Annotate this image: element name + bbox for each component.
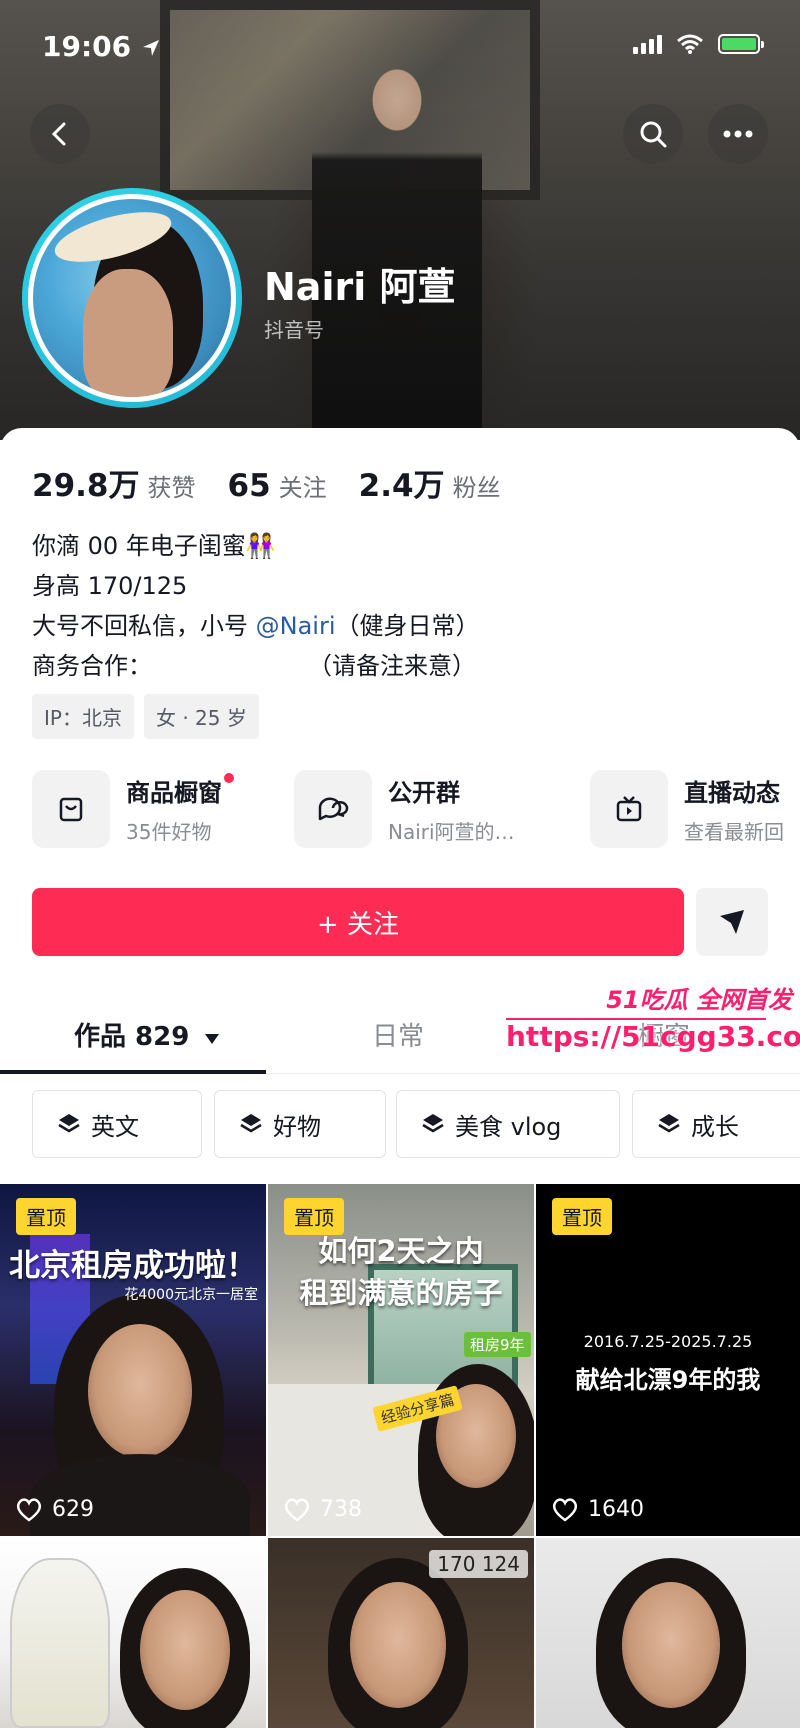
tab-works[interactable]: 作品 829 bbox=[74, 1016, 220, 1053]
follow-button[interactable]: + 关注 bbox=[32, 888, 684, 956]
profile-name: Nairi 阿萱 bbox=[264, 265, 456, 309]
feature-live-updates[interactable]: 直播动态 查看最新回 bbox=[590, 770, 784, 848]
chat-bubbles-icon bbox=[294, 770, 372, 848]
tv-icon bbox=[590, 770, 668, 848]
location-arrow-icon bbox=[142, 40, 159, 56]
shopping-bag-icon bbox=[32, 770, 110, 848]
layers-icon bbox=[240, 1114, 262, 1133]
bio-line: 商务合作： （请备注来意） bbox=[32, 652, 476, 680]
wifi-icon bbox=[677, 34, 703, 54]
notification-dot bbox=[224, 773, 234, 783]
more-button[interactable] bbox=[708, 104, 768, 164]
status-time: 19:06 bbox=[42, 30, 161, 63]
stat-likes[interactable]: 29.8万 获赞 bbox=[32, 460, 196, 505]
chevron-left-icon bbox=[51, 122, 66, 146]
layers-icon bbox=[422, 1114, 444, 1133]
caret-down-icon bbox=[205, 1034, 220, 1044]
cellular-signal-icon bbox=[633, 34, 662, 54]
gender-age-tag: 女 · 25 岁 bbox=[143, 694, 259, 739]
video-title: 北京租房成功啦！ bbox=[9, 1248, 257, 1284]
collection-chips: 英文 好物 美食 vlog 成长 bbox=[32, 1090, 800, 1160]
pinned-badge: 置顶 bbox=[284, 1198, 344, 1235]
bio-line: 身高 170/125 bbox=[32, 572, 188, 600]
collection-chip[interactable]: 英文 bbox=[32, 1090, 202, 1158]
heart-icon bbox=[16, 1497, 42, 1522]
share-button[interactable] bbox=[696, 888, 768, 956]
ip-location-tag: IP：北京 bbox=[32, 694, 134, 739]
layers-icon bbox=[58, 1114, 80, 1133]
video-title-line2: 租到满意的房子 bbox=[299, 1276, 503, 1310]
profile-tags: IP：北京 女 · 25 岁 bbox=[32, 694, 259, 739]
video-thumbnail[interactable]: 如何2天之内 租到满意的房子 租房9年 经验分享篇 置顶 738 bbox=[268, 1184, 534, 1536]
collection-chip[interactable]: 成长 bbox=[632, 1090, 800, 1158]
collection-chip[interactable]: 美食 vlog bbox=[396, 1090, 620, 1158]
heart-icon bbox=[552, 1497, 578, 1522]
bio-line: 大号不回私信，小号 @Nairi（健身日常） bbox=[32, 612, 480, 640]
tab-daily[interactable]: 日常 bbox=[372, 1016, 424, 1053]
layers-icon bbox=[658, 1114, 680, 1133]
video-title: 献给北漂9年的我 bbox=[575, 1366, 761, 1394]
search-icon bbox=[640, 121, 667, 148]
like-count: 1640 bbox=[552, 1497, 644, 1522]
send-icon bbox=[720, 910, 744, 934]
video-subtitle: 花4000元北京一居室 bbox=[124, 1287, 258, 1303]
bio-line: 你滴 00 年电子闺蜜👭 bbox=[32, 532, 276, 560]
profile-card: 29.8万 获赞 65 关注 2.4万 粉丝 你滴 00 年电子闺蜜👭 身高 170/… bbox=[0, 428, 800, 1731]
video-thumbnail[interactable] bbox=[0, 1538, 266, 1728]
search-button[interactable] bbox=[623, 104, 683, 164]
video-thumbnail[interactable] bbox=[536, 1538, 800, 1728]
video-thumbnail[interactable]: 170 124 bbox=[268, 1538, 534, 1728]
mention-link[interactable]: @Nairi bbox=[256, 612, 336, 640]
douyin-id-label[interactable]: 抖音号 bbox=[264, 314, 324, 343]
battery-icon bbox=[718, 34, 764, 54]
stat-following[interactable]: 65 关注 bbox=[228, 468, 327, 504]
profile-bio: 你滴 00 年电子闺蜜👭 身高 170/125 大号不回私信，小号 @Nairi… bbox=[32, 526, 480, 686]
active-tab-indicator bbox=[0, 1070, 266, 1074]
stat-followers[interactable]: 2.4万 粉丝 bbox=[359, 460, 501, 505]
feature-shop-window[interactable]: 商品橱窗 35件好物 bbox=[32, 770, 234, 848]
like-count: 629 bbox=[16, 1497, 94, 1522]
video-badge: 租房9年 bbox=[464, 1332, 531, 1357]
watermark: 51吃瓜 全网首发 https://51cgg33.com bbox=[506, 986, 800, 1053]
collection-chip[interactable]: 好物 bbox=[214, 1090, 386, 1158]
video-thumbnail[interactable]: 北京租房成功啦！ 花4000元北京一居室 置顶 629 bbox=[0, 1184, 266, 1536]
back-button[interactable] bbox=[30, 104, 90, 164]
video-thumbnail[interactable]: 2016.7.25-2025.7.25 献给北漂9年的我 置顶 1640 bbox=[536, 1184, 800, 1536]
video-date-range: 2016.7.25-2025.7.25 bbox=[583, 1332, 753, 1351]
pinned-badge: 置顶 bbox=[552, 1198, 612, 1235]
like-count: 738 bbox=[284, 1497, 362, 1522]
avatar[interactable] bbox=[22, 188, 242, 408]
more-dots-icon bbox=[723, 130, 753, 138]
pinned-badge: 置顶 bbox=[16, 1198, 76, 1235]
feature-entries: 商品橱窗 35件好物 公开群 Nairi阿萱的… 直播动态 查看最新回 bbox=[32, 770, 800, 856]
heart-icon bbox=[284, 1497, 310, 1522]
feature-public-group[interactable]: 公开群 Nairi阿萱的… bbox=[294, 770, 515, 848]
profile-stats: 29.8万 获赞 65 关注 2.4万 粉丝 bbox=[32, 460, 501, 505]
video-badge: 170 124 bbox=[429, 1550, 528, 1578]
status-bar: 19:06 bbox=[0, 0, 800, 90]
